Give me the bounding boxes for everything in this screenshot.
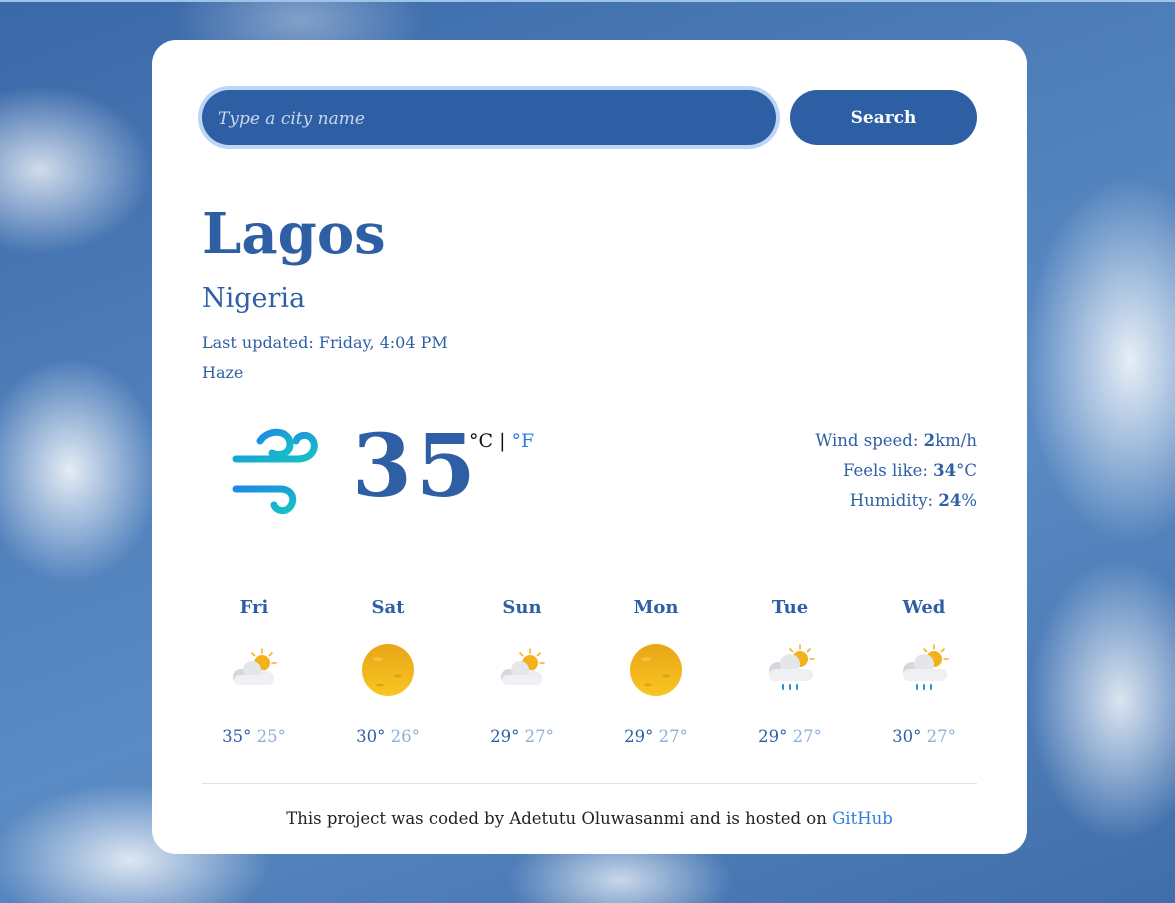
forecast-min: 26° <box>390 727 420 746</box>
rain-showers-icon <box>894 641 954 701</box>
wind-speed-unit: km/h <box>935 431 977 450</box>
sun-icon <box>626 641 686 701</box>
forecast-day-name: Wed <box>902 597 946 618</box>
forecast-temps: 30° 27° <box>869 724 979 750</box>
humidity-value: 24 <box>938 491 962 510</box>
last-updated: Last updated: Friday, 4:04 PM <box>202 330 448 356</box>
last-updated-time: Friday, 4:04 PM <box>318 333 448 352</box>
forecast-max: 29° <box>758 727 788 746</box>
forecast-min: 27° <box>658 727 688 746</box>
forecast-min: 27° <box>926 727 956 746</box>
forecast-day-name: Tue <box>771 597 809 618</box>
forecast-max: 35° <box>222 727 252 746</box>
current-temperature: 35 <box>352 416 480 517</box>
feels-like-label: Feels like: <box>842 461 928 480</box>
weather-description: Haze <box>202 363 244 382</box>
forecast-day-name: Mon <box>633 597 679 618</box>
footer-divider <box>202 783 977 784</box>
feels-like: Feels like: 34°C <box>815 456 977 486</box>
footer-text: This project was coded by Adetutu Oluwas… <box>286 809 833 828</box>
city-search-input[interactable] <box>216 90 760 147</box>
forecast-day-name: Fri <box>239 597 269 618</box>
city-name: Lagos <box>202 201 386 267</box>
forecast-max: 29° <box>490 727 520 746</box>
partly-cloudy-icon <box>224 641 284 701</box>
search-button[interactable]: Search <box>790 90 977 145</box>
forecast-temps: 30° 26° <box>333 724 443 750</box>
forecast-max: 29° <box>624 727 654 746</box>
wind-icon <box>228 425 324 515</box>
last-updated-label: Last updated: <box>202 333 314 352</box>
wind-speed: Wind speed: 2km/h <box>815 426 977 456</box>
unit-separator: | <box>499 430 506 452</box>
search-input-wrapper <box>202 90 776 147</box>
window-top-border <box>0 0 1175 2</box>
forecast-min: 25° <box>256 727 286 746</box>
forecast-max: 30° <box>356 727 386 746</box>
humidity-unit: % <box>961 491 977 510</box>
forecast-temps: 35° 25° <box>199 724 309 750</box>
rain-showers-icon <box>760 641 820 701</box>
celsius-unit[interactable]: °C <box>469 430 493 452</box>
github-link[interactable]: GitHub <box>832 809 893 828</box>
forecast-day-name: Sun <box>502 597 542 618</box>
partly-cloudy-icon <box>492 641 552 701</box>
forecast-temps: 29° 27° <box>735 724 845 750</box>
forecast-temps: 29° 27° <box>467 724 577 750</box>
humidity: Humidity: 24% <box>815 486 977 516</box>
forecast-temps: 29° 27° <box>601 724 711 750</box>
sun-icon <box>358 641 418 701</box>
feels-like-value: 34 <box>933 461 957 480</box>
forecast-min: 27° <box>792 727 822 746</box>
feels-like-unit: °C <box>956 461 977 480</box>
humidity-label: Humidity: <box>849 491 934 510</box>
weather-details: Wind speed: 2km/h Feels like: 34°C Humid… <box>815 426 977 516</box>
fahrenheit-link[interactable]: °F <box>512 430 535 452</box>
forecast-day-name: Sat <box>371 597 405 618</box>
forecast-max: 30° <box>892 727 922 746</box>
weather-card: Search Lagos Nigeria Last updated: Frida… <box>152 40 1027 854</box>
wind-speed-label: Wind speed: <box>815 431 919 450</box>
footer: This project was coded by Adetutu Oluwas… <box>152 805 1027 833</box>
forecast-min: 27° <box>524 727 554 746</box>
search-form: Search <box>202 90 977 147</box>
forecast-row: Fri 35° 25° Sat 30° 26° Sun 29° 27° Mon … <box>202 593 977 753</box>
country-name: Nigeria <box>202 283 306 314</box>
wind-speed-value: 2 <box>923 431 936 450</box>
unit-toggle: °C | °F <box>469 428 534 454</box>
